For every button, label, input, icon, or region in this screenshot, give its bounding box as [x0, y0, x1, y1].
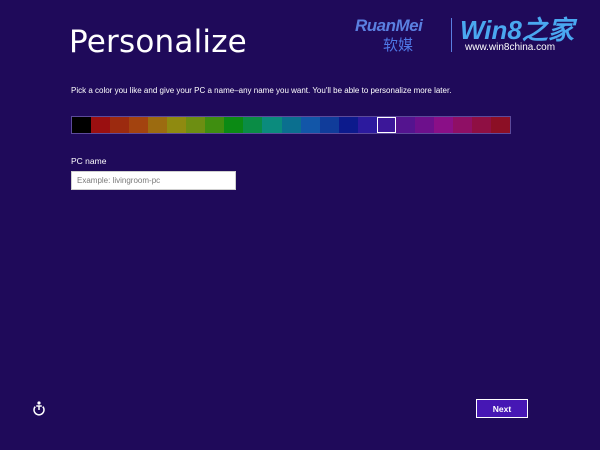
color-swatch[interactable]	[167, 117, 187, 133]
color-swatch[interactable]	[319, 117, 339, 133]
color-swatch[interactable]	[338, 117, 358, 133]
ruanmei-logo-cn: 软媒	[383, 36, 414, 54]
page-title: Personalize	[69, 24, 247, 60]
color-swatch[interactable]	[148, 117, 168, 133]
ease-of-access-icon	[33, 401, 45, 416]
color-swatch[interactable]	[262, 117, 282, 133]
logo-divider	[451, 18, 452, 52]
color-swatch[interactable]	[471, 117, 492, 133]
win8china-logo: Win8之家 www.win8china.com	[460, 10, 590, 56]
color-swatch[interactable]	[414, 117, 434, 133]
ruanmei-logo: RuanMei 软媒	[355, 14, 445, 54]
ruanmei-logo-latin: RuanMei	[355, 16, 423, 35]
color-swatch[interactable]	[357, 117, 377, 133]
pc-name-input[interactable]	[71, 171, 236, 190]
color-swatch[interactable]	[491, 117, 511, 133]
color-swatch[interactable]	[300, 117, 320, 133]
color-swatch[interactable]	[110, 117, 130, 133]
ease-of-access-button[interactable]	[29, 398, 49, 418]
color-swatch[interactable]	[186, 117, 206, 133]
color-swatch[interactable]	[224, 117, 244, 133]
color-swatch[interactable]	[376, 117, 396, 133]
color-swatch[interactable]	[72, 117, 92, 133]
color-swatch[interactable]	[129, 117, 149, 133]
win8china-logo-url: www.win8china.com	[465, 42, 556, 53]
color-swatch[interactable]	[395, 117, 415, 133]
color-swatch[interactable]	[243, 117, 263, 133]
color-swatch[interactable]	[91, 117, 111, 133]
pc-name-label: PC name	[71, 156, 107, 166]
color-swatch[interactable]	[452, 117, 472, 133]
color-swatch[interactable]	[433, 117, 453, 133]
color-swatch[interactable]	[281, 117, 301, 133]
personalize-screen: Personalize Pick a color you like and gi…	[0, 0, 600, 450]
color-swatch[interactable]	[205, 117, 225, 133]
color-picker	[71, 116, 511, 134]
page-description: Pick a color you like and give your PC a…	[71, 86, 452, 95]
next-button[interactable]: Next	[476, 399, 528, 418]
